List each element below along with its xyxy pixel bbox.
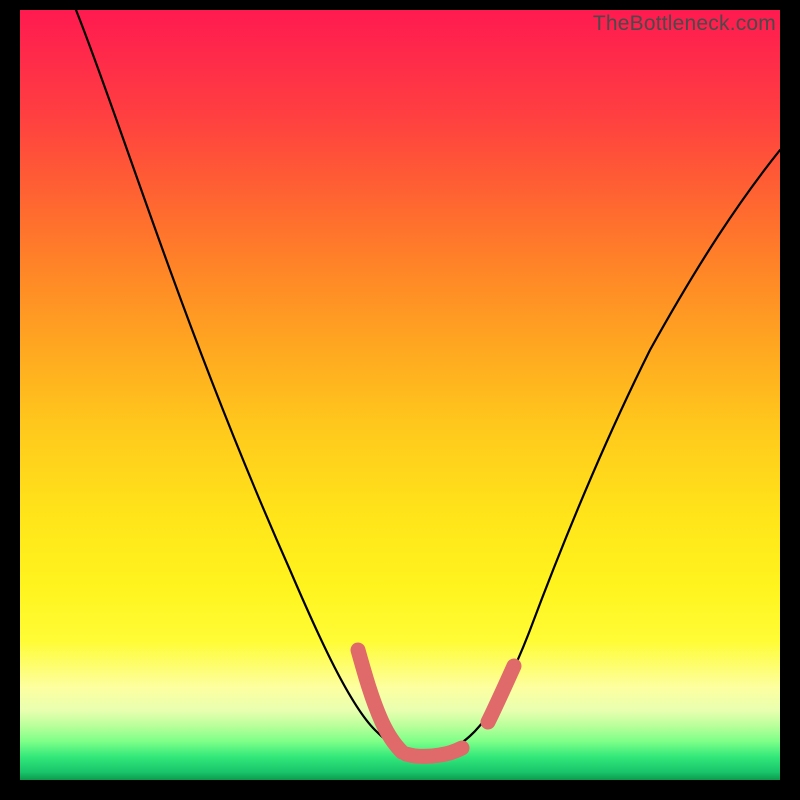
watermark-text: TheBottleneck.com <box>593 12 776 36</box>
bottleneck-curve <box>76 10 780 756</box>
left-thick-segment <box>358 650 402 752</box>
bottleneck-plot-svg <box>20 10 780 780</box>
plot-area <box>20 10 780 780</box>
right-thick-segment <box>488 666 514 722</box>
chart-frame: TheBottleneck.com <box>0 0 800 800</box>
middle-thick-segment <box>406 748 462 756</box>
